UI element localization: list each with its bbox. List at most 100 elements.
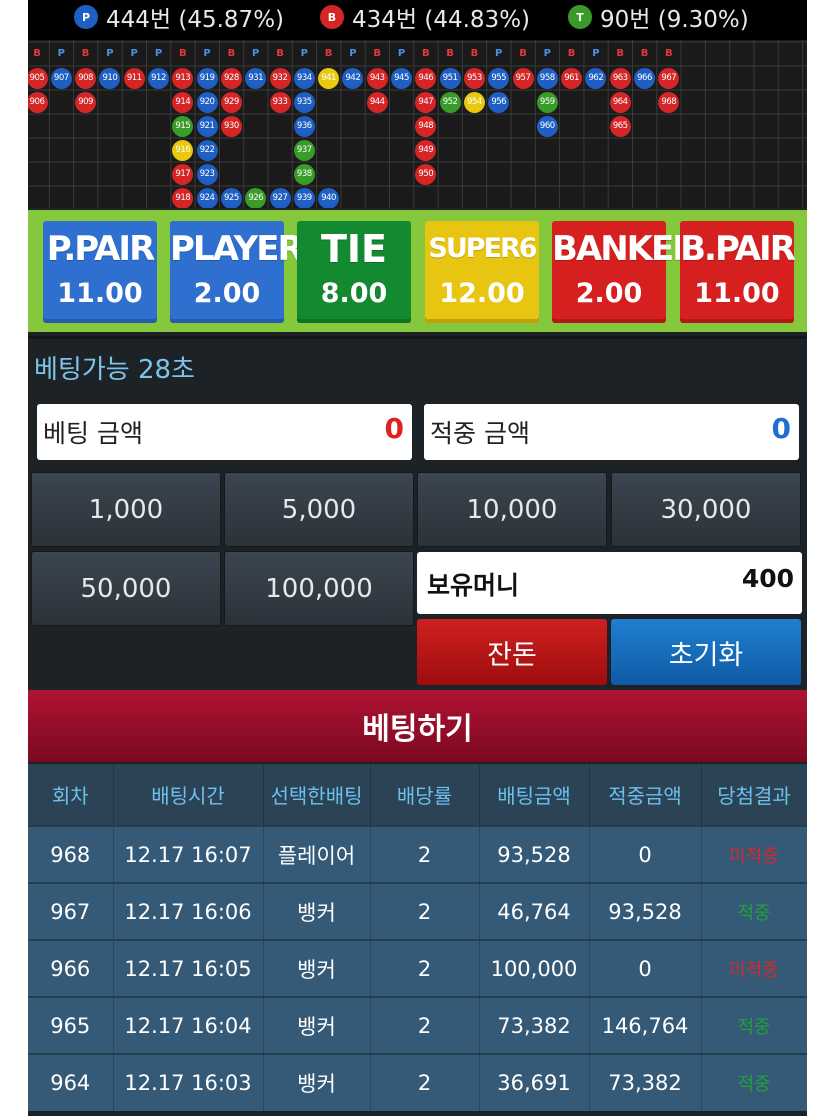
road-header-B: B — [373, 48, 381, 59]
bet-odds: 2.00 — [575, 278, 643, 309]
history-header-cell: 배팅시간 — [113, 764, 264, 826]
road-header-B: B — [227, 48, 236, 59]
history-cell-result: 적중 — [701, 882, 807, 940]
history-cell-time: 12.17 16:05 — [113, 939, 264, 997]
road-header-P: P — [592, 48, 600, 59]
history-cell-bet: 93,528 — [479, 825, 590, 883]
road-dot: 962 — [585, 67, 607, 89]
table-row: 967 12.17 16:06 뱅커 2 46,764 93,528 적중 — [28, 882, 807, 940]
road-dot: 968 — [658, 91, 680, 113]
road-dot: 964 — [609, 91, 631, 113]
road-header-P: P — [130, 48, 138, 59]
road-dot: 907 — [50, 67, 72, 89]
road-dot: 906 — [28, 91, 48, 113]
road-dot: 944 — [366, 91, 388, 113]
road-dot: 932 — [269, 67, 291, 89]
table-row: 965 12.17 16:04 뱅커 2 73,382 146,764 적중 — [28, 996, 807, 1054]
road-dot: 955 — [488, 67, 510, 89]
chip-50000[interactable]: 50,000 — [31, 551, 221, 626]
road-dot: 908 — [75, 67, 97, 89]
road-dot: 938 — [293, 163, 315, 185]
road-dot: 919 — [196, 67, 218, 89]
history-cell-round: 968 — [28, 825, 114, 883]
table-row: 964 12.17 16:03 뱅커 2 36,691 73,382 적중 — [28, 1053, 807, 1111]
chip-1000[interactable]: 1,000 — [31, 472, 221, 547]
history-cell-bet: 73,382 — [479, 996, 590, 1054]
road-header-B: B — [33, 48, 41, 59]
chip-30000[interactable]: 30,000 — [611, 472, 801, 547]
place-bet-button[interactable]: 베팅하기 — [28, 690, 807, 762]
road-header-P: P — [543, 48, 551, 59]
bet-p-pair-button[interactable]: P.PAIR 11.00 — [43, 221, 157, 323]
history-cell-win: 146,764 — [589, 996, 702, 1054]
road-header-P: P — [106, 48, 114, 59]
win-amount-box: 적중 금액 0 — [424, 404, 799, 460]
history-cell-win: 73,382 — [589, 1053, 702, 1111]
bet-name: PLAYER — [170, 229, 304, 269]
road-header-P: P — [349, 48, 357, 59]
history-cell-time: 12.17 16:06 — [113, 882, 264, 940]
history-cell-result: 적중 — [701, 1053, 807, 1111]
history-cell-time: 12.17 16:07 — [113, 825, 264, 883]
history-table: 회차 배팅시간 선택한배팅 배당률 배팅금액 적중금액 당첨결과 968 12.17 16:0… — [28, 764, 807, 1111]
bet-name: SUPER6 — [428, 233, 537, 264]
banker-badge-icon: B — [320, 5, 344, 29]
road-dot: 959 — [536, 91, 558, 113]
road-dot: 963 — [609, 67, 631, 89]
history-body: 968 12.17 16:07 플레이어 2 93,528 0 미적중 967 12.17 16… — [28, 825, 807, 1111]
reset-button[interactable]: 초기화 — [611, 619, 801, 685]
road-dot: 945 — [391, 67, 412, 89]
table-row: 966 12.17 16:05 뱅커 2 100,000 0 미적중 — [28, 939, 807, 997]
history-cell-win: 93,528 — [589, 882, 702, 940]
road-header-B: B — [178, 48, 187, 59]
change-button[interactable]: 잔돈 — [417, 619, 607, 685]
history-cell-round: 965 — [28, 996, 114, 1054]
history-cell-round: 966 — [28, 939, 114, 997]
history-header-cell: 배팅금액 — [479, 764, 590, 826]
bet-player-button[interactable]: PLAYER 2.00 — [170, 221, 304, 323]
road-dot: 951 — [439, 67, 461, 89]
road-dot: 953 — [463, 67, 485, 89]
bet-odds: 12.00 — [439, 278, 525, 309]
history-cell-odds: 2 — [370, 1053, 480, 1111]
bet-amount-value: 0 — [384, 412, 404, 445]
road-dot: 950 — [415, 163, 437, 185]
history-cell-bet: 46,764 — [479, 882, 590, 940]
road-dot: 918 — [172, 187, 194, 208]
history-cell-result: 적중 — [701, 996, 807, 1054]
history-cell-choice: 뱅커 — [263, 1053, 371, 1111]
history-cell-win: 0 — [589, 825, 702, 883]
history-header-cell: 당첨결과 — [701, 764, 807, 826]
bet-super6-button[interactable]: SUPER6 12.00 — [425, 221, 539, 323]
history-header-cell: 적중금액 — [589, 764, 702, 826]
history-cell-choice: 뱅커 — [263, 996, 371, 1054]
road-header-P: P — [495, 48, 503, 59]
bet-odds: 8.00 — [320, 278, 388, 309]
road-dot: 957 — [512, 67, 534, 89]
history-header-row: 회차 배팅시간 선택한배팅 배당률 배팅금액 적중금액 당첨결과 — [28, 764, 807, 826]
road-dot: 952 — [439, 91, 461, 113]
bet-amount-box: 베팅 금액 0 — [37, 404, 412, 460]
bet-name: B.PAIR — [680, 229, 796, 269]
chip-5000[interactable]: 5,000 — [224, 472, 414, 547]
road-header-B: B — [446, 48, 454, 59]
road-dot: 909 — [75, 91, 97, 113]
tie-stat: T 90번 (9.30%) — [568, 0, 749, 34]
history-header-cell: 회차 — [28, 764, 114, 826]
holdings-box: 보유머니 400 — [417, 552, 802, 614]
road-header-P: P — [252, 48, 260, 59]
bet-banker-button[interactable]: BANKER 2.00 — [552, 221, 698, 323]
chip-10000[interactable]: 10,000 — [417, 472, 607, 547]
countdown-bar: 베팅가능 28초 — [28, 336, 807, 398]
player-stat: P 444번 (45.87%) — [74, 0, 284, 34]
chip-100000[interactable]: 100,000 — [224, 551, 414, 626]
win-amount-label: 적중 금액 — [430, 419, 530, 448]
bet-selector: P.PAIR 11.00 PLAYER 2.00 TIE 8.00 SUPER6 12.00 B… — [28, 210, 807, 332]
player-count: 444번 (45.87%) — [106, 7, 285, 33]
road-header-P: P — [397, 48, 406, 59]
road-dot: 924 — [196, 187, 218, 208]
bet-amount-label: 베팅 금액 — [43, 419, 143, 448]
bet-b-pair-button[interactable]: B.PAIR 11.00 — [680, 221, 796, 323]
bet-tie-button[interactable]: TIE 8.00 — [297, 221, 411, 323]
history-cell-bet: 36,691 — [479, 1053, 590, 1111]
